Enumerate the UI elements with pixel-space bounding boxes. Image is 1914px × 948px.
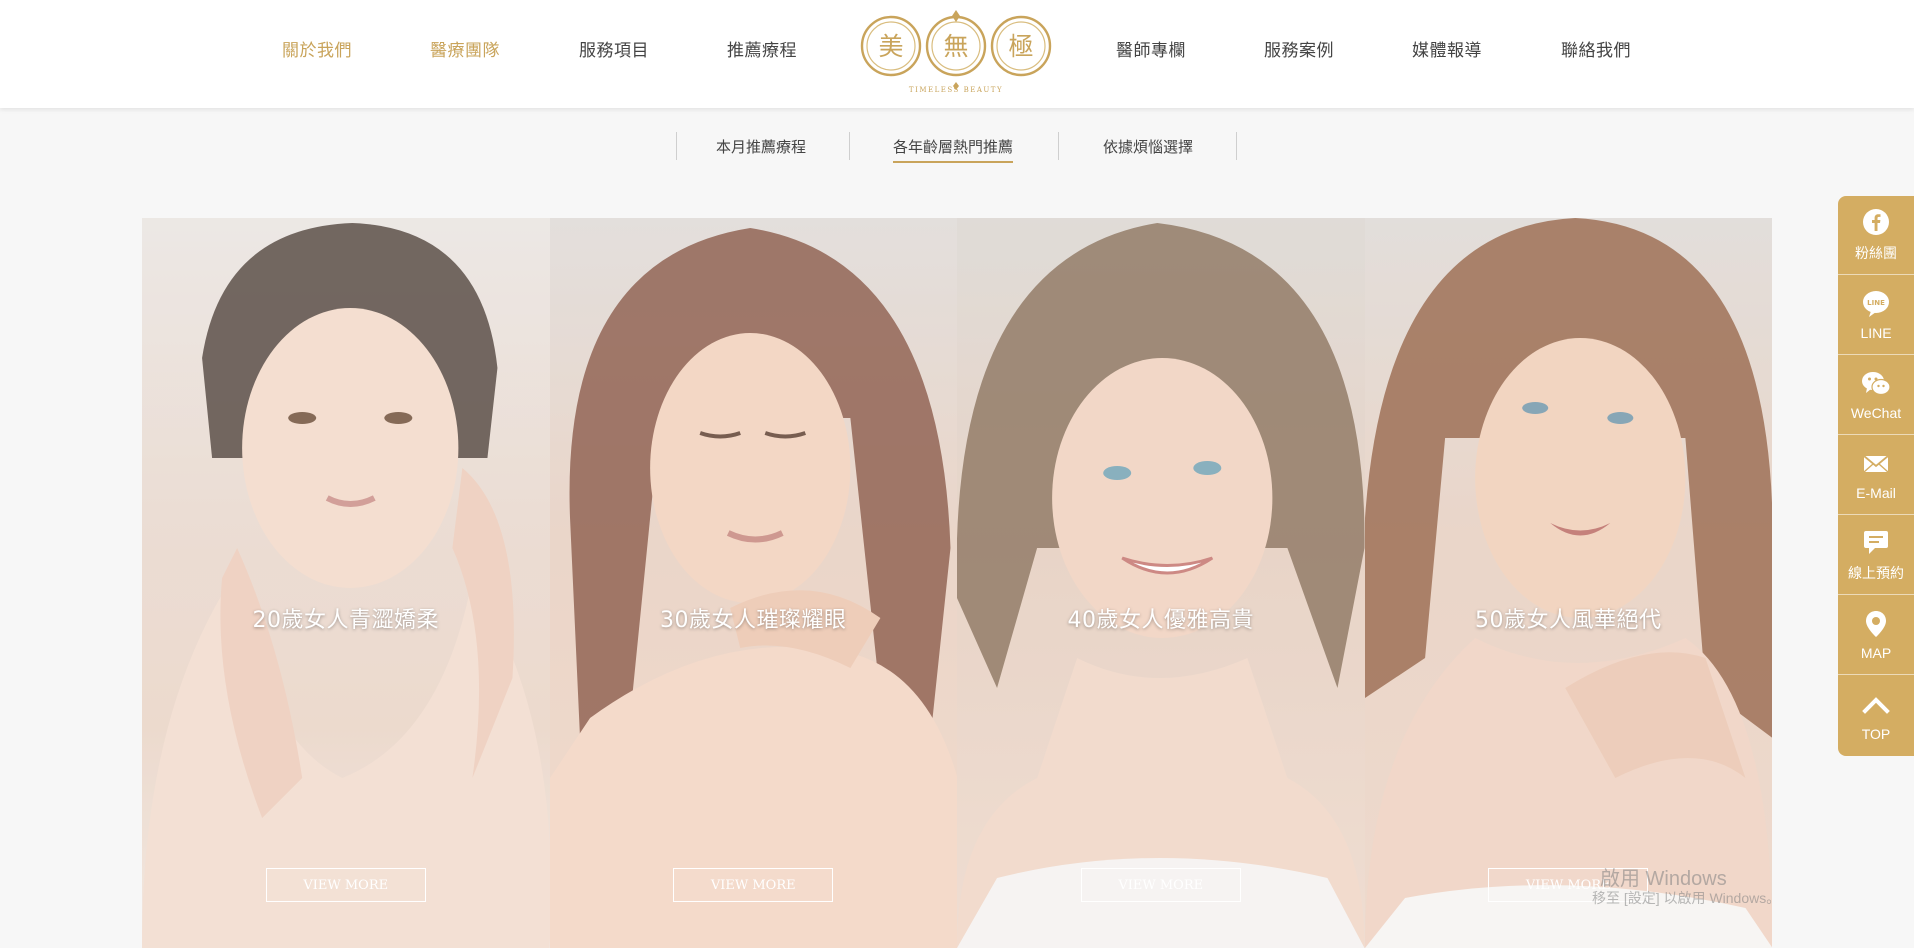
back-to-top-button[interactable]: TOP [1838,676,1914,755]
windows-watermark-subtitle: 移至 [設定] 以啟用 Windows。 [1592,890,1781,906]
side-label: MAP [1860,645,1892,661]
logo-emblem-icon: 美 無 極 [860,10,1052,90]
facebook-icon [1863,209,1889,235]
map-pin-icon [1866,611,1886,637]
nav-doctor-column[interactable]: 醫師專欄 [1116,36,1186,61]
side-label: LINE [1860,325,1892,341]
chevron-up-icon [1862,696,1890,714]
side-label: TOP [1861,725,1891,742]
line-icon: LINE [1863,291,1889,317]
card-title: 30歲女人璀璨耀眼 [660,608,847,633]
view-more-button[interactable]: VIEW MORE [265,868,426,902]
age-group-cards: 20歲女人青澀嬌柔 VIEW MORE 30歲女人璀璨耀眼 VIEW MORE [142,218,1772,948]
nav-services[interactable]: 服務項目 [579,36,649,61]
tab-divider [1236,132,1237,160]
side-label: WeChat [1850,405,1902,421]
nav-about[interactable]: 關於我們 [282,36,352,61]
logo-char-2: 無 [943,32,968,61]
card-overlay [142,218,550,948]
logo-char-1: 美 [878,32,903,61]
card-overlay [957,218,1365,948]
brand-logo[interactable]: 美 無 極 TIMELESS BEAUTY [856,6,1056,96]
wechat-button[interactable]: WeChat [1838,356,1914,435]
side-label: 粉絲團 [1855,245,1897,261]
card-40s[interactable]: 40歲女人優雅高貴 VIEW MORE [957,218,1365,948]
email-button[interactable]: E-Mail [1838,436,1914,515]
svg-text:LINE: LINE [1867,299,1885,307]
nav-media[interactable]: 媒體報導 [1412,36,1482,61]
facebook-fan-page-button[interactable]: 粉絲團 [1838,196,1914,275]
card-overlay [1364,218,1772,948]
card-overlay [549,218,957,948]
logo-char-3: 極 [1008,32,1033,61]
logo-tagline: TIMELESS BEAUTY [908,86,1004,94]
view-more-button[interactable]: VIEW MORE [1080,868,1241,902]
chat-bubble-icon [1864,531,1888,554]
nav-recommended[interactable]: 推薦療程 [727,36,797,61]
card-20s[interactable]: 20歲女人青澀嬌柔 VIEW MORE [142,218,550,948]
nav-cases[interactable]: 服務案例 [1264,36,1334,61]
tab-age-groups[interactable]: 各年齡層熱門推薦 [893,136,1014,163]
tab-divider [676,132,677,160]
site-header: 關於我們 醫療團隊 服務項目 推薦療程 美 無 極 TIMELESS BEAUT… [0,0,1914,108]
line-button[interactable]: LINE LINE [1838,276,1914,355]
card-title: 20歲女人青澀嬌柔 [252,608,439,633]
windows-watermark-title: 啟用 Windows [1600,868,1727,890]
wechat-icon [1862,372,1891,396]
nav-contact[interactable]: 聯絡我們 [1561,36,1631,61]
card-title: 50歲女人風華絕代 [1475,608,1662,633]
card-30s[interactable]: 30歲女人璀璨耀眼 VIEW MORE [549,218,957,948]
tab-divider [849,132,850,160]
tab-divider [1058,132,1059,160]
card-title: 40歲女人優雅高貴 [1067,608,1254,633]
social-sidebar: 粉絲團 LINE LINE WeChat E-Mail 線上預約 MAP TOP [1838,196,1914,756]
mail-icon [1863,455,1889,473]
side-label: 線上預約 [1848,565,1904,581]
nav-medical-team[interactable]: 醫療團隊 [430,36,500,61]
tab-by-concern[interactable]: 依據煩惱選擇 [1103,136,1193,157]
recommendation-tabs: 本月推薦療程 各年齡層熱門推薦 依據煩惱選擇 [0,126,1914,166]
card-50s[interactable]: 50歲女人風華絕代 VIEW MORE [1364,218,1772,948]
view-more-button[interactable]: VIEW MORE [673,868,834,902]
side-label: E-Mail [1856,485,1896,501]
map-button[interactable]: MAP [1838,596,1914,675]
tab-monthly[interactable]: 本月推薦療程 [716,136,806,157]
online-booking-button[interactable]: 線上預約 [1838,516,1914,595]
